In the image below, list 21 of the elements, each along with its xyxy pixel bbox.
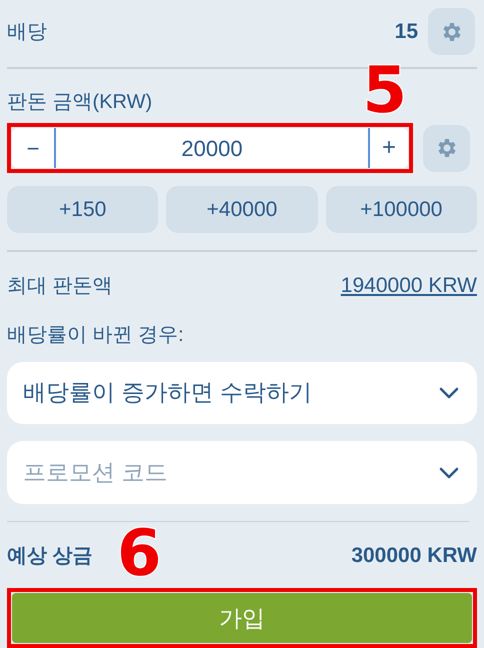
quick-amount-button[interactable]: +100000 bbox=[326, 186, 477, 234]
max-stake-link[interactable]: 1940000 KRW bbox=[340, 270, 477, 302]
promo-code-field[interactable]: 프로모션 코드 bbox=[7, 440, 477, 504]
step-number: 6 bbox=[117, 522, 162, 586]
settings-button[interactable] bbox=[428, 8, 475, 56]
odds-value: 15 bbox=[394, 18, 418, 45]
max-stake-label: 최대 판돈액 bbox=[7, 274, 113, 299]
stake-stepper[interactable]: − 20000 + bbox=[12, 128, 408, 168]
chevron-down-icon bbox=[439, 386, 459, 398]
increase-button[interactable]: + bbox=[368, 128, 408, 168]
quick-amount-button[interactable]: +150 bbox=[7, 186, 158, 234]
chevron-down-icon bbox=[439, 466, 459, 479]
settings-button[interactable] bbox=[423, 124, 470, 172]
step-number: 5 bbox=[362, 59, 407, 124]
odds-change-dropdown[interactable]: 배당률이 증가하면 수락하기 bbox=[7, 362, 477, 424]
stake-label: 판돈 금액(KRW) bbox=[7, 91, 152, 114]
quick-amount-button[interactable]: +40000 bbox=[166, 186, 318, 234]
winnings-value: 300000 KRW bbox=[351, 543, 477, 570]
odds-change-label: 배당률이 바뀐 경우: bbox=[7, 322, 185, 348]
winnings-label: 예상 상금 bbox=[7, 544, 93, 570]
odds-label: 배당 bbox=[7, 20, 47, 45]
